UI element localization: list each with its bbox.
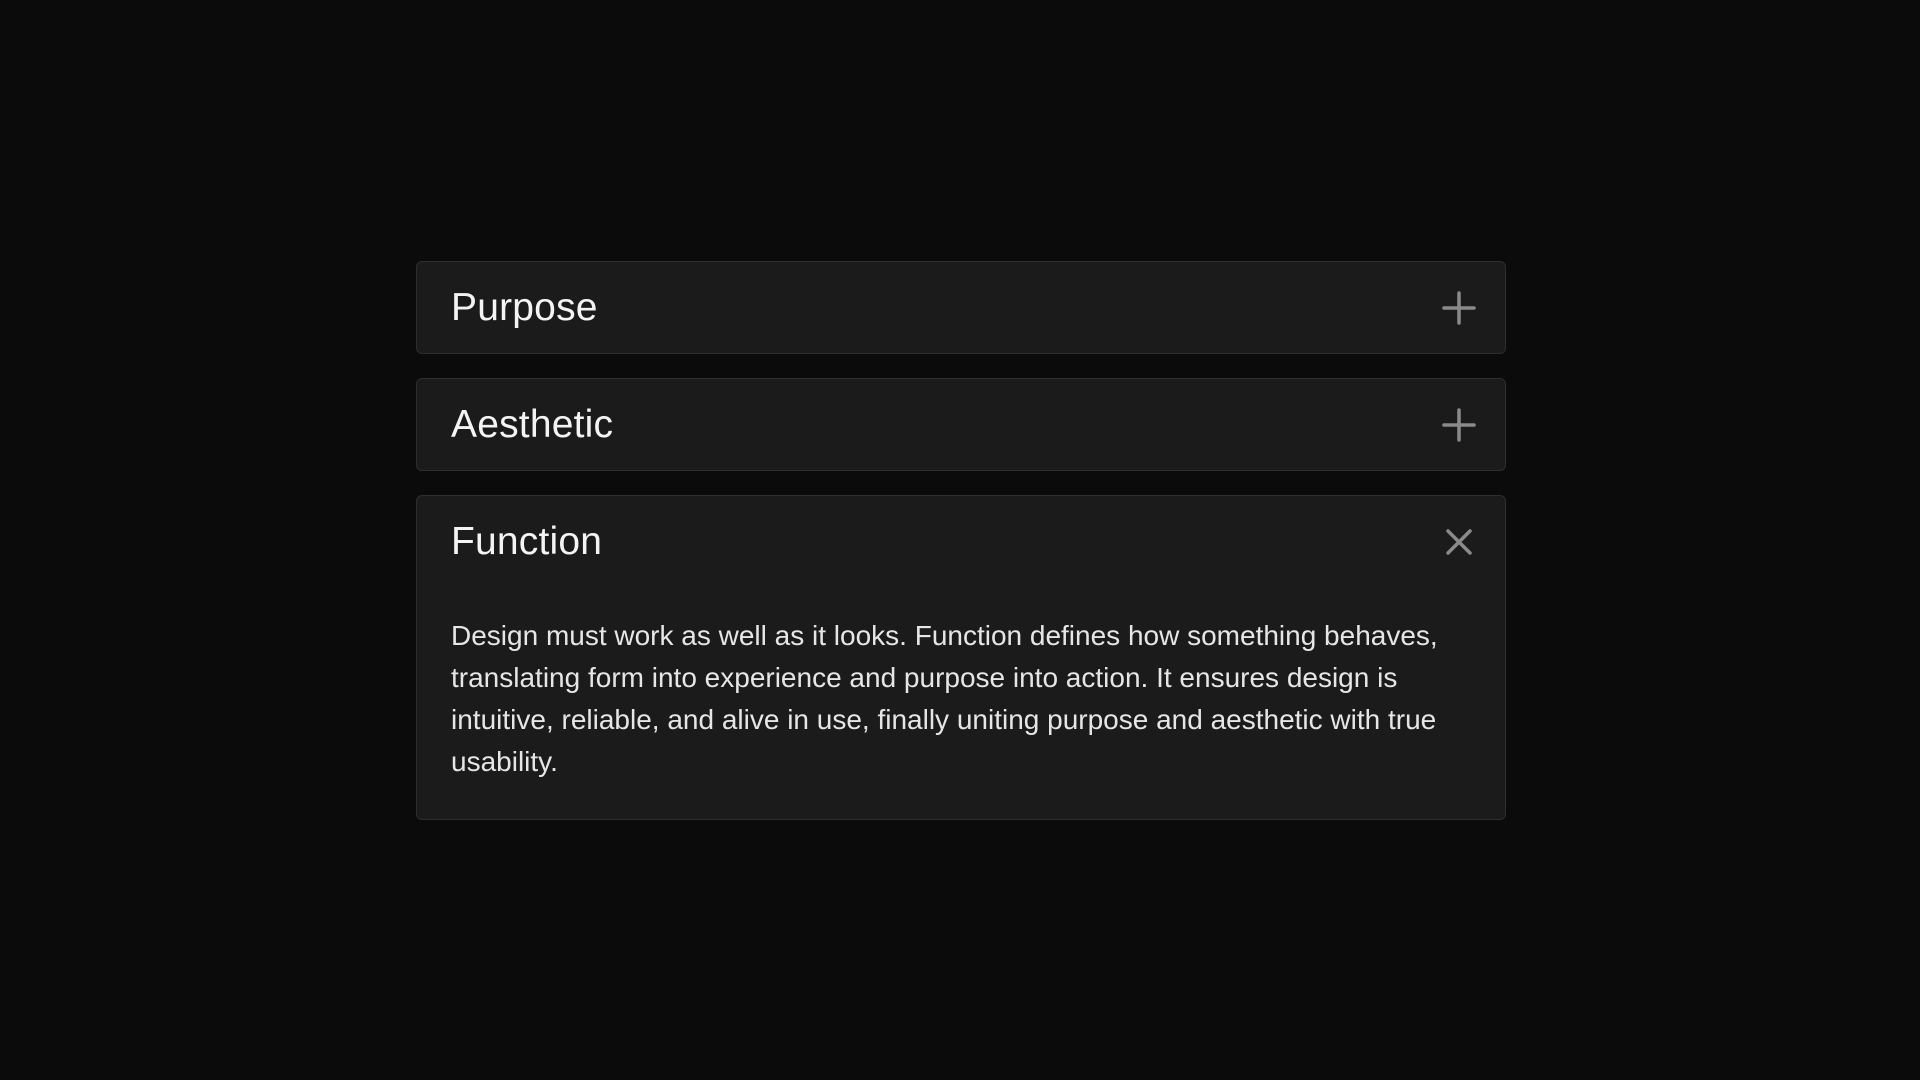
- accordion-panel-function: Design must work as well as it looks. Fu…: [417, 587, 1505, 819]
- accordion-item-aesthetic: Aesthetic: [416, 378, 1506, 471]
- accordion: Purpose Aesthetic Function Design must w…: [416, 261, 1506, 820]
- accordion-header-function[interactable]: Function: [417, 496, 1505, 587]
- accordion-header-purpose[interactable]: Purpose: [417, 262, 1505, 353]
- plus-icon[interactable]: [1439, 288, 1479, 328]
- accordion-title-purpose: Purpose: [451, 285, 598, 329]
- accordion-item-purpose: Purpose: [416, 261, 1506, 354]
- accordion-item-function: Function Design must work as well as it …: [416, 495, 1506, 820]
- plus-icon[interactable]: [1439, 405, 1479, 445]
- close-icon[interactable]: [1439, 522, 1479, 562]
- accordion-header-aesthetic[interactable]: Aesthetic: [417, 379, 1505, 470]
- accordion-title-function: Function: [451, 519, 603, 563]
- accordion-title-aesthetic: Aesthetic: [451, 402, 614, 446]
- accordion-body-function: Design must work as well as it looks. Fu…: [451, 620, 1438, 777]
